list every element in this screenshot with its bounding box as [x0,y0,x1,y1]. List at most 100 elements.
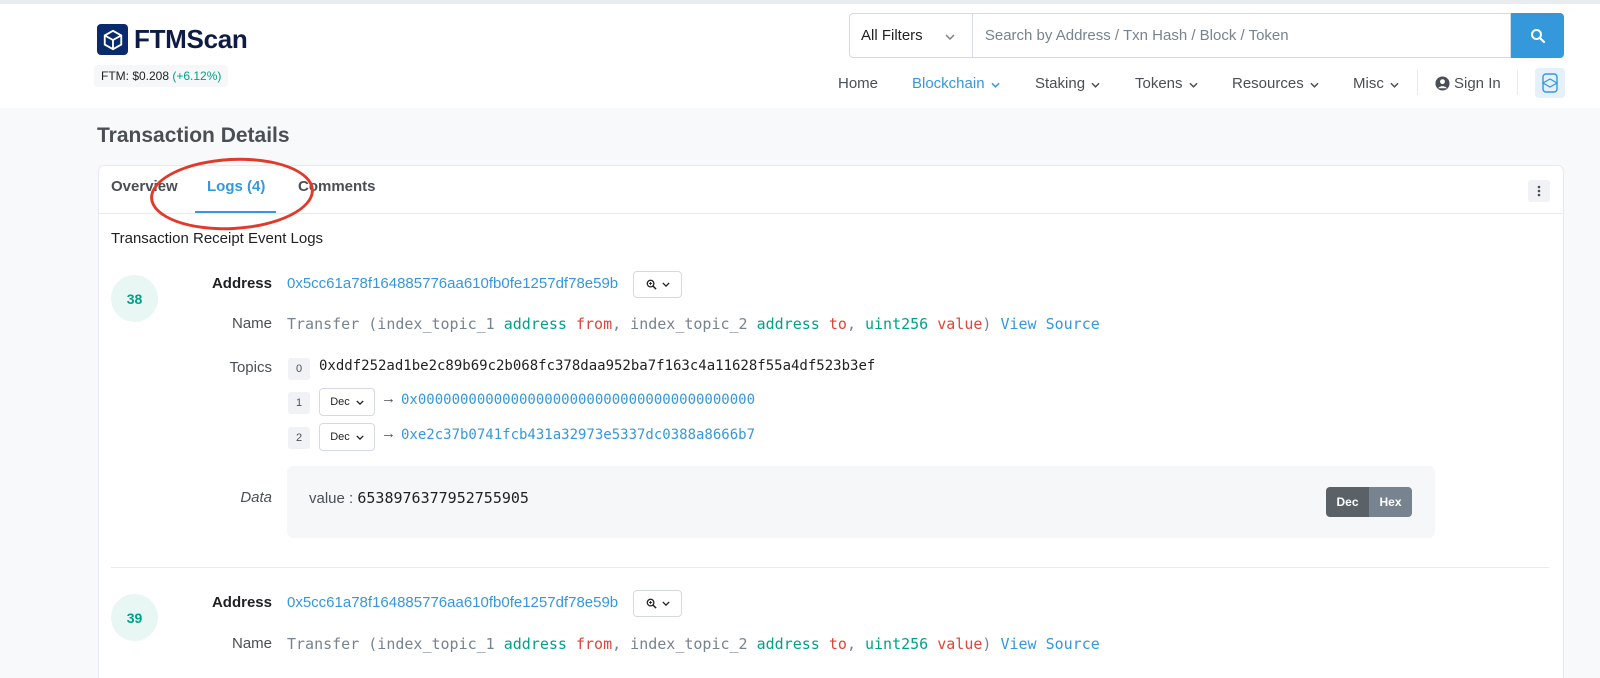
nav-staking[interactable]: Staking [1035,72,1100,94]
nav-blockchain[interactable]: Blockchain [912,72,1000,94]
price-label: FTM: $0.208 [101,69,170,83]
sign-in-label: Sign In [1454,74,1501,92]
sig-param: to [819,315,847,333]
sig-param: value [928,315,983,333]
view-source-link[interactable]: View Source [1000,315,1099,333]
sig-sep: , index_topic_2 [612,315,757,333]
address-label: Address [211,594,272,611]
hex-toggle-button[interactable]: Hex [1369,487,1412,517]
nav-misc-label: Misc [1353,74,1384,92]
log-index-badge: 39 [111,594,158,641]
sig-param: to [819,635,847,653]
topic-address-link[interactable]: 0x00000000000000000000000000000000000000… [401,392,755,408]
nav-misc[interactable]: Misc [1353,72,1399,94]
sig-sep: , [846,635,865,653]
topic-value: 0xddf252ad1be2c89b69c2b068fc378daa952ba7… [319,358,876,374]
view-source-link[interactable]: View Source [1000,635,1099,653]
topic-format-select[interactable]: Dec [319,423,375,451]
nav-resources-label: Resources [1232,74,1304,92]
address-options-button[interactable] [633,271,682,298]
sig-type: address [756,635,820,653]
name-label: Name [231,635,272,652]
topic-index: 0 [288,358,310,380]
nav-blockchain-label: Blockchain [912,74,985,92]
address-options-button[interactable] [633,590,682,617]
search-input[interactable]: Search by Address / Txn Hash / Block / T… [971,13,1512,58]
nav-divider [1417,70,1418,95]
topic-format-value: Dec [330,431,350,443]
network-switch-button[interactable] [1535,68,1565,98]
sig-sep: , [846,315,865,333]
sig-sep: , index_topic_2 [612,635,757,653]
arrow-right-icon: → [381,425,396,442]
topic-format-select[interactable]: Dec [319,388,375,416]
chevron-down-icon [356,434,364,440]
event-signature: Transfer (index_topic_1 address from, in… [287,315,1100,333]
topic-index: 1 [288,392,310,414]
sig-func: Transfer (index_topic_1 [287,315,504,333]
log-address-link[interactable]: 0x5cc61a78f164885776aa610fb0fe1257df78e5… [287,594,618,611]
sig-type: address [503,315,567,333]
data-value: 6538976377952755905 [357,489,529,507]
cube-logo-icon [97,24,128,55]
dec-hex-toggle: Dec Hex [1326,487,1412,517]
sig-param: value [928,635,983,653]
user-circle-icon [1435,75,1450,91]
page-title: Transaction Details [97,124,290,147]
arrow-right-icon: → [381,390,396,407]
log-divider [111,567,1549,568]
data-label: Data [240,489,272,506]
event-signature: Transfer (index_topic_1 address from, in… [287,635,1100,653]
chevron-down-icon [1091,75,1100,92]
event-logs-heading: Transaction Receipt Event Logs [111,230,324,247]
sig-type: address [503,635,567,653]
sig-close: ) [982,315,992,333]
topics-label: Topics [229,359,272,376]
tabs-divider [98,213,1564,214]
vertical-dots-icon [1537,185,1541,197]
search-icon [1530,28,1545,43]
chevron-down-icon [990,75,1000,92]
sig-type: uint256 [865,315,929,333]
filter-value: All Filters [861,27,923,44]
nav-home[interactable]: Home [838,72,878,94]
nav-resources[interactable]: Resources [1232,72,1319,94]
sig-param: from [566,315,613,333]
nav-tokens-label: Tokens [1135,74,1183,92]
dec-toggle-button[interactable]: Dec [1326,487,1369,517]
price-ticker: FTM: $0.208 (+6.12%) [94,65,229,87]
data-row: value : 6538976377952755905 [309,489,529,507]
search-bar: All Filters Search by Address / Txn Hash… [849,13,1564,58]
nav-divider [1517,70,1518,95]
chevron-down-icon [1390,75,1399,92]
chevron-down-icon [356,399,364,405]
brand-logo[interactable]: FTMScan [97,24,248,55]
nav-staking-label: Staking [1035,74,1086,92]
brand-name: FTMScan [134,24,248,54]
sig-func: Transfer (index_topic_1 [287,635,504,653]
sig-param: from [566,635,613,653]
data-key: value : [309,490,358,507]
name-label: Name [231,315,272,332]
topic-address-link[interactable]: 0xe2c37b0741fcb431a32973e5337dc0388a8666… [401,427,755,443]
nav-tokens[interactable]: Tokens [1135,72,1198,94]
nav-home-label: Home [838,74,879,92]
fantom-icon [1541,73,1559,93]
search-button[interactable] [1511,13,1564,58]
chevron-down-icon [1188,75,1198,92]
chevron-down-icon [945,27,955,44]
sig-close: ) [982,635,992,653]
sig-type: address [756,315,820,333]
sig-type: uint256 [865,635,929,653]
log-address-link[interactable]: 0x5cc61a78f164885776aa610fb0fe1257df78e5… [287,275,618,292]
chevron-down-icon [1310,75,1319,92]
filter-select[interactable]: All Filters [849,13,972,58]
topic-format-value: Dec [330,396,350,408]
topic-index: 2 [288,427,310,449]
chevron-down-icon [661,282,670,287]
sign-in-link[interactable]: Sign In [1435,72,1501,94]
search-placeholder: Search by Address / Txn Hash / Block / T… [984,27,1289,44]
zoom-icon [646,279,657,290]
more-options-button[interactable] [1528,180,1550,202]
zoom-icon [646,598,657,609]
